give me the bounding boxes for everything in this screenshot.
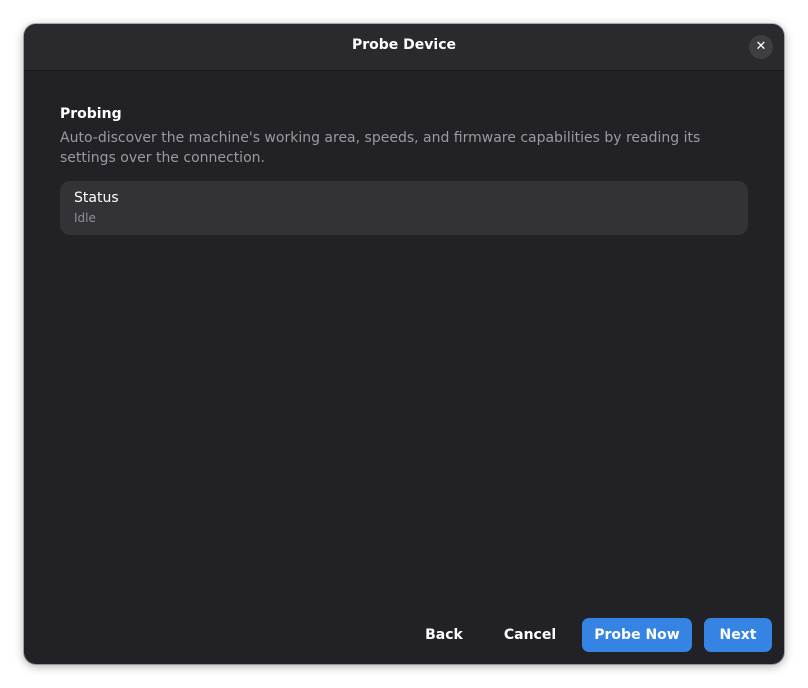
- dialog-content: Probing Auto-discover the machine's work…: [60, 106, 748, 235]
- next-button[interactable]: Next: [704, 618, 772, 652]
- status-label: Status: [74, 190, 119, 206]
- probe-now-button[interactable]: Probe Now: [582, 618, 692, 652]
- section-description: Auto-discover the machine's working area…: [60, 130, 701, 166]
- back-button[interactable]: Back: [410, 618, 478, 652]
- status-row: Status Idle: [60, 181, 748, 235]
- probe-device-dialog: Probe Device ✕ Probing Auto-discover the…: [24, 24, 784, 664]
- close-button[interactable]: ✕: [749, 35, 773, 59]
- cancel-button[interactable]: Cancel: [492, 618, 568, 652]
- dialog-header-bar: Probe Device ✕: [24, 24, 784, 71]
- status-value: Idle: [74, 211, 96, 225]
- dialog-title: Probe Device: [351, 37, 456, 53]
- close-icon: ✕: [755, 39, 767, 54]
- section-title: Probing: [60, 106, 122, 122]
